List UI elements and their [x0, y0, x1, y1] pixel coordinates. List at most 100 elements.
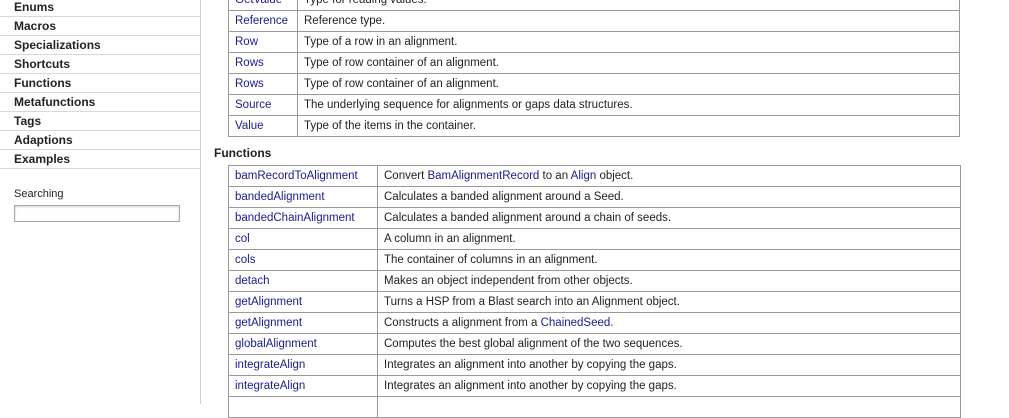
functions-name-cell: getAlignment — [228, 312, 378, 334]
typedefs-name-cell: Value — [228, 115, 298, 137]
functions-row — [228, 396, 961, 418]
functions-name-cell: integrateAlign — [228, 354, 378, 376]
sidebar-item-adaptions[interactable]: Adaptions — [0, 131, 200, 150]
functions-row: integrateAlign Integrates an alignment in… — [228, 354, 961, 376]
typedefs-link[interactable]: GetValue — [235, 0, 282, 6]
functions-description: A column in an alignment. — [377, 228, 961, 250]
description-text: Turns a HSP from a Blast search into an … — [384, 296, 680, 308]
sidebar-item-functions[interactable]: Functions — [0, 74, 200, 93]
functions-name-cell: bamRecordToAlignment — [228, 165, 378, 187]
typedefs-row: Rows Type of row container of an alignmen… — [228, 52, 960, 74]
functions-link[interactable]: bamRecordToAlignment — [235, 170, 358, 182]
typedefs-row: Value Type of the items in the container. — [228, 115, 960, 137]
typedefs-link[interactable]: Row — [235, 36, 258, 48]
typedefs-name-cell: Row — [228, 31, 298, 53]
functions-description: Calculates a banded alignment around a S… — [377, 186, 961, 208]
functions-link[interactable]: col — [235, 233, 250, 245]
functions-table: bamRecordToAlignment Convert BamAlignment… — [228, 165, 961, 418]
typedefs-row: Rows Type of row container of an alignmen… — [228, 73, 960, 95]
functions-name-cell: bandedChainAlignment — [228, 207, 378, 229]
typedefs-link[interactable]: Value — [235, 120, 264, 132]
functions-name-cell: integrateAlign — [228, 375, 378, 397]
functions-row: bandedChainAlignment Calculates a banded … — [228, 207, 961, 229]
description-text: Computes the best global alignment of th… — [384, 338, 683, 350]
functions-name-cell: globalAlignment — [228, 333, 378, 355]
functions-row: bandedAlignment Calculates a banded align… — [228, 186, 961, 208]
functions-row: detach Makes an object independent from o… — [228, 270, 961, 292]
search-input[interactable] — [14, 204, 180, 222]
search-block: Searching — [14, 188, 180, 222]
functions-link[interactable]: integrateAlign — [235, 380, 305, 392]
functions-name-cell: col — [228, 228, 378, 250]
functions-row: getAlignment Constructs a alignment from … — [228, 312, 961, 334]
functions-link[interactable]: bandedAlignment — [235, 191, 325, 203]
description-text: Calculates a banded alignment around a S… — [384, 191, 624, 203]
functions-name-cell: bandedAlignment — [228, 186, 378, 208]
sidebar-item-enums[interactable]: Enums — [0, 0, 200, 17]
functions-description: Computes the best global alignment of th… — [377, 333, 961, 355]
functions-name-cell — [228, 396, 378, 418]
functions-link[interactable]: globalAlignment — [235, 338, 317, 350]
description-text: A column in an alignment. — [384, 233, 516, 245]
functions-name-cell: detach — [228, 270, 378, 292]
sidebar-item-tags[interactable]: Tags — [0, 112, 200, 131]
functions-link[interactable]: cols — [235, 254, 255, 266]
typedefs-description: The underlying sequence for alignments o… — [297, 94, 960, 116]
functions-description — [377, 396, 961, 418]
description-text: . — [610, 317, 614, 329]
typedefs-name-cell: Source — [228, 94, 298, 116]
functions-link[interactable]: getAlignment — [235, 317, 302, 329]
typedefs-description: Reference type. — [297, 10, 960, 32]
functions-link[interactable]: bandedChainAlignment — [235, 212, 355, 224]
functions-row: bamRecordToAlignment Convert BamAlignment… — [228, 165, 961, 187]
typedefs-row: Source The underlying sequence for alignm… — [228, 94, 960, 116]
typedefs-name-cell: Reference — [228, 10, 298, 32]
functions-link[interactable]: integrateAlign — [235, 359, 305, 371]
description-text: object. — [596, 170, 634, 182]
sidebar-nav: Enums Macros Specializations Shortcuts F… — [0, 0, 200, 169]
typedefs-row: Reference Reference type. — [228, 10, 960, 32]
functions-description: Turns a HSP from a Blast search into an … — [377, 291, 961, 313]
typedefs-description: Type for reading values. — [297, 0, 960, 11]
typedefs-link[interactable]: Source — [235, 99, 271, 111]
typedefs-description: Type of row container of an alignment. — [297, 73, 960, 95]
typedefs-row: GetValue Type for reading values. — [228, 0, 960, 11]
sidebar-item-shortcuts[interactable]: Shortcuts — [0, 55, 200, 74]
functions-row: cols The container of columns in an align… — [228, 249, 961, 271]
functions-name-cell: cols — [228, 249, 378, 271]
typedefs-name-cell: Rows — [228, 52, 298, 74]
functions-heading: Functions — [214, 146, 272, 160]
description-link[interactable]: ChainedSeed — [541, 317, 611, 329]
functions-link[interactable]: detach — [235, 275, 270, 287]
description-text: to an — [539, 170, 571, 182]
description-text: Constructs a alignment from a — [384, 317, 541, 329]
typedefs-link[interactable]: Reference — [235, 15, 288, 27]
functions-description: Integrates an alignment into another by … — [377, 354, 961, 376]
description-text: Integrates an alignment into another by … — [384, 359, 677, 371]
functions-name-cell: getAlignment — [228, 291, 378, 313]
typedefs-description: Type of the items in the container. — [297, 115, 960, 137]
description-link[interactable]: Align — [571, 170, 597, 182]
sidebar: Enums Macros Specializations Shortcuts F… — [0, 0, 201, 404]
functions-row: globalAlignment Computes the best global … — [228, 333, 961, 355]
sidebar-item-specializations[interactable]: Specializations — [0, 36, 200, 55]
functions-row: integrateAlign Integrates an alignment in… — [228, 375, 961, 397]
typedefs-link[interactable]: Rows — [235, 57, 264, 69]
sidebar-item-metafunctions[interactable]: Metafunctions — [0, 93, 200, 112]
functions-description: Makes an object independent from other o… — [377, 270, 961, 292]
sidebar-item-examples[interactable]: Examples — [0, 150, 200, 169]
sidebar-item-macros[interactable]: Macros — [0, 17, 200, 36]
functions-description: Constructs a alignment from a ChainedSee… — [377, 312, 961, 334]
typedefs-link[interactable]: Rows — [235, 78, 264, 90]
typedefs-row: Row Type of a row in an alignment. — [228, 31, 960, 53]
typedefs-description: Type of row container of an alignment. — [297, 52, 960, 74]
functions-description: The container of columns in an alignment… — [377, 249, 961, 271]
typedefs-name-cell: GetValue — [228, 0, 298, 11]
typedefs-description: Type of a row in an alignment. — [297, 31, 960, 53]
typedefs-name-cell: Rows — [228, 73, 298, 95]
description-link[interactable]: BamAlignmentRecord — [427, 170, 539, 182]
description-text: The container of columns in an alignment… — [384, 254, 598, 266]
typedefs-table: GetValue Type for reading values. Referenc… — [228, 0, 960, 137]
functions-link[interactable]: getAlignment — [235, 296, 302, 308]
main-content: GetValue Type for reading values. Referenc… — [201, 0, 1009, 418]
